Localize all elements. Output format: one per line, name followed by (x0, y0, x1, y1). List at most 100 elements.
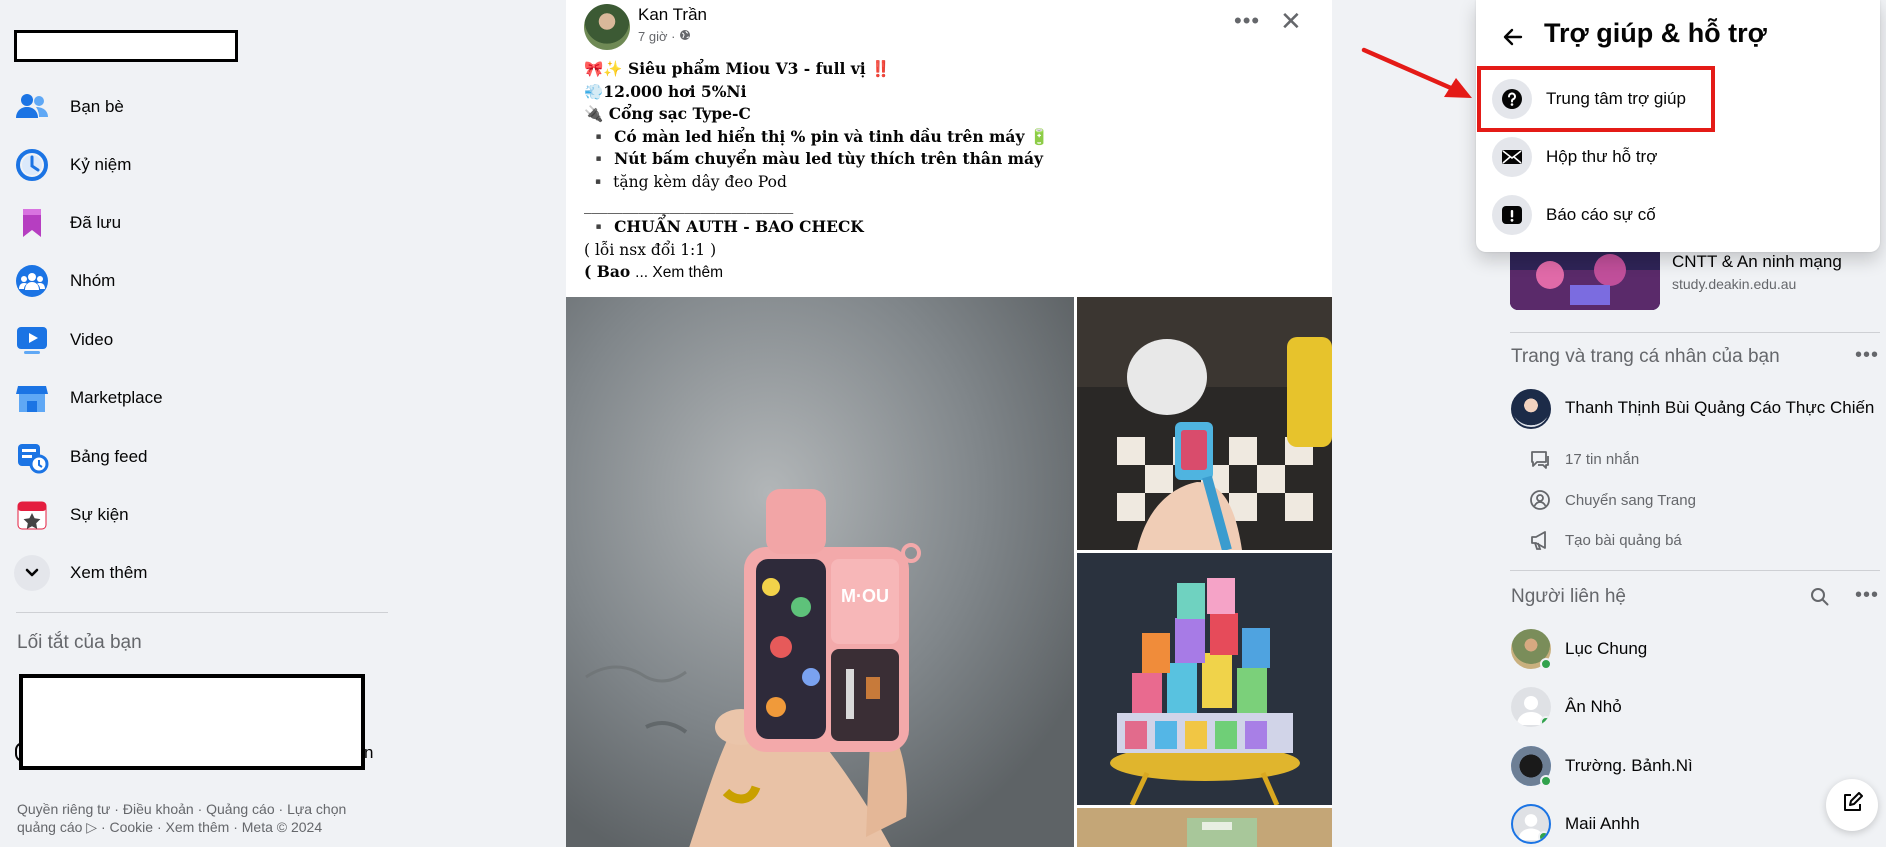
search-icon[interactable] (1810, 587, 1830, 612)
message-icon (1528, 447, 1552, 471)
page-action-promote[interactable]: Tạo bài quảng bá (1528, 528, 1682, 552)
avatar[interactable] (584, 4, 630, 50)
sidebar-item-label: Bạn bè (70, 97, 124, 116)
left-sidebar: Bạn bè Kỷ niệm Đã lưu Nhóm Video Marketp… (0, 0, 400, 847)
online-indicator (1540, 658, 1552, 670)
avatar[interactable] (1511, 389, 1551, 429)
sidebar-item-video[interactable]: Video (14, 315, 384, 365)
pages-section-title: Trang và trang cá nhân của bạn (1511, 346, 1780, 367)
page-action-label: Tạo bài quảng bá (1565, 531, 1682, 549)
sidebar-item-events[interactable]: Sự kiện (14, 490, 384, 540)
post-line: ( lỗi nsx đổi 1:1 ) (584, 240, 717, 259)
sidebar-item-label: Nhóm (70, 271, 116, 290)
post-line: 💨12.000 hơi 5%Ni (584, 81, 747, 101)
post-photo-bottom-right[interactable] (1077, 808, 1332, 847)
red-highlight-box (1477, 66, 1715, 132)
sidebar-item-label: Xem thêm (70, 563, 148, 582)
sidebar-item-label: Kỷ niệm (70, 155, 132, 174)
sidebar-item-label: Sự kiện (70, 505, 129, 524)
online-indicator (1540, 775, 1552, 787)
sidebar-see-more[interactable]: Xem thêm (14, 548, 384, 598)
marketplace-store-icon (14, 380, 50, 416)
events-calendar-icon (14, 497, 50, 533)
page-action-label: 17 tin nhắn (1565, 450, 1640, 468)
section-divider (1510, 570, 1880, 571)
sidebar-item-label: Đã lưu (70, 213, 122, 232)
page-action-switch[interactable]: Chuyển sang Trang (1528, 488, 1696, 512)
video-icon (14, 322, 50, 358)
online-indicator (1540, 716, 1551, 727)
avatar (1511, 746, 1552, 787)
new-message-button[interactable] (1826, 779, 1878, 831)
avatar (1511, 687, 1551, 727)
sidebar-item-label: Video (70, 330, 114, 349)
contact-item[interactable]: Trường. Bảnh.Nì (1511, 744, 1693, 788)
menu-item-label: Hộp thư hỗ trợ (1546, 147, 1658, 166)
saved-bookmark-icon (14, 205, 50, 241)
avatar (1511, 804, 1551, 844)
ad-url[interactable]: study.deakin.edu.au (1672, 276, 1796, 292)
contact-item[interactable]: Maii Anhh (1511, 802, 1640, 846)
menu-title: Trợ giúp & hỗ trợ (1544, 18, 1767, 48)
shortcuts-title: Lối tắt của bạn (17, 632, 142, 653)
contact-item[interactable]: Lục Chung (1511, 627, 1647, 671)
post-author[interactable]: Kan Trần (638, 5, 707, 25)
page-name[interactable]: Thanh Thịnh Bùi Quảng Cáo Thực Chiến (1565, 398, 1874, 418)
sidebar-item-groups[interactable]: Nhóm (14, 256, 384, 306)
post-line: 🎀✨ Siêu phẩm Miou V3 - full vị ‼️ (584, 59, 891, 78)
more-options-icon[interactable]: ••• (1234, 8, 1260, 34)
post-line: ▪️ tặng kèm dây đeo Pod (584, 172, 787, 191)
redacted-shortcut[interactable] (19, 674, 365, 770)
red-pointer-arrow (1361, 47, 1472, 98)
device-brand-text: M·OU (841, 586, 889, 606)
post-line: ___________________________ (584, 195, 794, 214)
post-time-text: 7 giờ · (638, 29, 676, 44)
sidebar-item-friends[interactable]: Bạn bè (14, 82, 384, 132)
redacted-profile-name[interactable] (14, 30, 238, 62)
see-more-link[interactable]: ... Xem thêm (635, 264, 723, 281)
post-photo-middle-right[interactable] (1077, 553, 1332, 805)
envelope-icon (1492, 137, 1532, 177)
post-line: 🔌 Cổng sạc Type-C (584, 104, 751, 124)
online-indicator (1538, 831, 1549, 842)
sidebar-item-saved[interactable]: Đã lưu (14, 198, 384, 248)
page-action-label: Chuyển sang Trang (1565, 491, 1696, 509)
report-exclamation-icon (1492, 195, 1532, 235)
switch-profile-icon (1528, 488, 1552, 512)
contact-name: Trường. Bảnh.Nì (1565, 756, 1693, 775)
close-icon[interactable]: ✕ (1280, 6, 1302, 37)
feeds-icon (14, 439, 50, 475)
sidebar-item-marketplace[interactable]: Marketplace (14, 373, 384, 423)
post-timestamp[interactable]: 7 giờ · (638, 29, 691, 44)
post-photo-main[interactable]: M·OU (566, 297, 1074, 847)
post-photo-top-right[interactable] (1077, 297, 1332, 550)
post-text: 🎀✨ Siêu phẩm Miou V3 - full vị ‼️ 💨12.00… (584, 58, 1304, 285)
contact-item[interactable]: Ân Nhỏ (1511, 685, 1622, 729)
contact-name: Ân Nhỏ (1565, 697, 1622, 716)
sidebar-item-label: Marketplace (70, 388, 163, 407)
post-line: ▪️ CHUẨN AUTH - BAO CHECK (584, 217, 864, 237)
post-line: ▪️ Có màn led hiển thị % pin và tinh dầu… (584, 126, 1050, 146)
groups-icon (14, 263, 50, 299)
friends-icon (14, 89, 50, 125)
contact-name: Maii Anhh (1565, 814, 1640, 833)
footer-links[interactable]: Quyền riêng tư · Điều khoản · Quảng cáo … (17, 800, 377, 836)
chevron-down-icon (14, 555, 50, 591)
pages-more-icon[interactable]: ••• (1855, 344, 1879, 367)
ad-title[interactable]: CNTT & An ninh mạng (1672, 252, 1842, 272)
avatar (1511, 629, 1552, 670)
page-action-messages[interactable]: 17 tin nhắn (1528, 447, 1639, 471)
post-card: Kan Trần 7 giờ · ••• ✕ 🎀✨ Siêu phẩm Miou… (566, 0, 1332, 847)
sidebar-item-memories[interactable]: Kỷ niệm (14, 140, 384, 190)
sidebar-item-feeds[interactable]: Bảng feed (14, 432, 384, 482)
globe-icon (679, 29, 691, 44)
back-arrow-icon[interactable] (1498, 22, 1528, 52)
contacts-more-icon[interactable]: ••• (1855, 584, 1879, 607)
post-line: ▪️ Nút bấm chuyển màu led tùy thích trên… (584, 149, 1044, 169)
support-inbox-item[interactable]: Hộp thư hỗ trợ (1492, 131, 1866, 183)
report-problem-item[interactable]: Báo cáo sự cố (1492, 189, 1866, 241)
sidebar-item-label: Bảng feed (70, 447, 148, 466)
contacts-section-title: Người liên hệ (1511, 586, 1626, 607)
section-divider (1510, 332, 1880, 333)
menu-item-label: Báo cáo sự cố (1546, 205, 1656, 224)
